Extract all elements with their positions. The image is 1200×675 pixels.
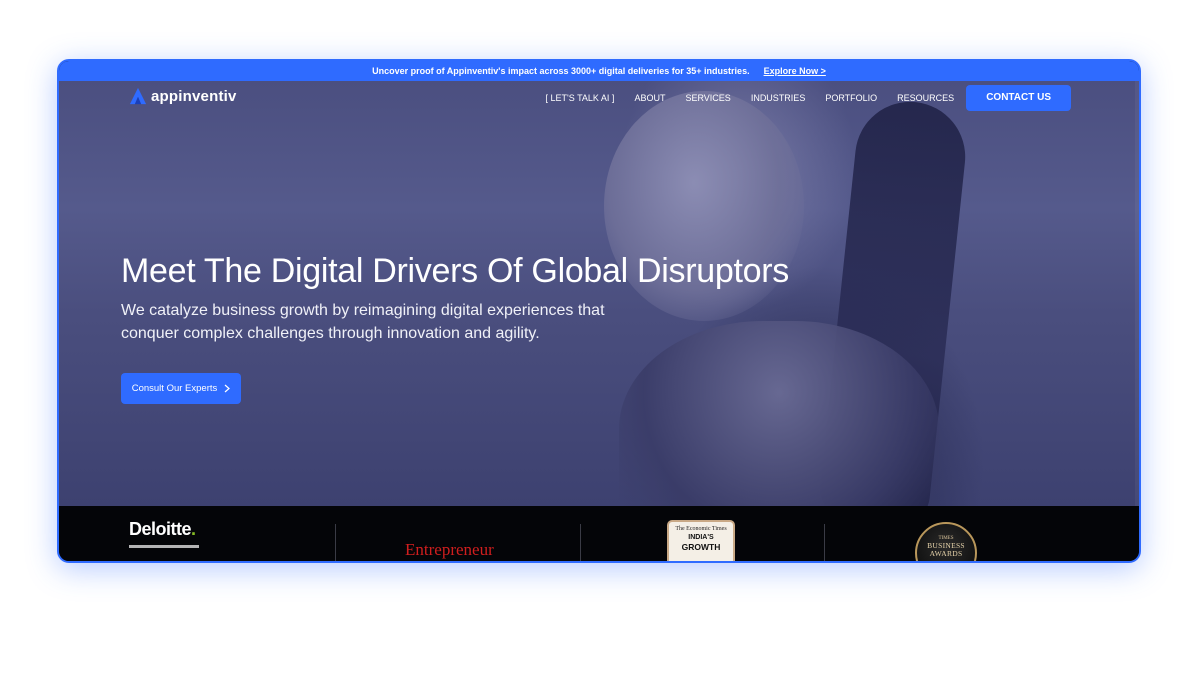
hero-image-body	[619, 321, 939, 506]
nav-item-resources[interactable]: RESOURCES	[887, 85, 964, 111]
brand-logo[interactable]: appinventiv	[129, 87, 237, 105]
et-line-1: INDIA'S	[688, 534, 714, 541]
deloitte-logo: Deloitte.	[129, 506, 199, 561]
deloitte-wordmark: Deloitte.	[129, 519, 196, 539]
scrollbar[interactable]	[1135, 81, 1139, 506]
hero-title: Meet The Digital Drivers Of Global Disru…	[121, 252, 789, 290]
nav-item-industries[interactable]: INDUSTRIES	[741, 85, 816, 111]
hero-content: Meet The Digital Drivers Of Global Disru…	[121, 251, 881, 345]
logo-divider	[335, 524, 336, 561]
deloitte-subline	[129, 545, 199, 556]
economic-times-badge: The Economic Times INDIA'S GROWTH	[667, 520, 735, 561]
logo-divider	[824, 524, 825, 561]
top-navbar: appinventiv [ LET'S TALK AI ] ABOUT SERV…	[59, 81, 1139, 115]
deloitte-dot: .	[191, 519, 196, 539]
promo-bar: Uncover proof of Appinventiv's impact ac…	[59, 61, 1139, 81]
nav-item-portfolio[interactable]: PORTFOLIO	[815, 85, 887, 111]
triangle-logo-icon	[129, 87, 147, 105]
explore-now-link[interactable]: Explore Now >	[764, 66, 826, 76]
deloitte-text: Deloitte	[129, 519, 192, 539]
times-business-awards-badge: TIMES BUSINESS AWARDS	[915, 522, 977, 561]
brand-name: appinventiv	[151, 87, 237, 105]
partner-logos-strip: Deloitte. Entrepreneur The Economic Time…	[59, 506, 1139, 561]
et-masthead: The Economic Times	[675, 526, 727, 532]
chevron-right-icon	[224, 384, 231, 393]
browser-frame: Uncover proof of Appinventiv's impact ac…	[57, 59, 1141, 563]
nav-menu: [ LET'S TALK AI ] ABOUT SERVICES INDUSTR…	[536, 85, 1071, 111]
promo-text: Uncover proof of Appinventiv's impact ac…	[372, 66, 750, 76]
consult-experts-label: Consult Our Experts	[131, 383, 218, 394]
hero-subtitle: We catalyze business growth by reimagini…	[121, 302, 605, 342]
contact-us-button[interactable]: CONTACT US	[966, 85, 1071, 111]
et-line-2: GROWTH	[681, 542, 721, 552]
tba-line-2: AWARDS	[929, 549, 963, 558]
consult-experts-button[interactable]: Consult Our Experts	[121, 373, 241, 404]
nav-item-about[interactable]: ABOUT	[624, 85, 675, 111]
logo-divider	[580, 524, 581, 561]
nav-item-services[interactable]: SERVICES	[675, 85, 740, 111]
entrepreneur-logo: Entrepreneur	[405, 540, 494, 559]
nav-item-lets-talk-ai[interactable]: [ LET'S TALK AI ]	[536, 85, 625, 111]
